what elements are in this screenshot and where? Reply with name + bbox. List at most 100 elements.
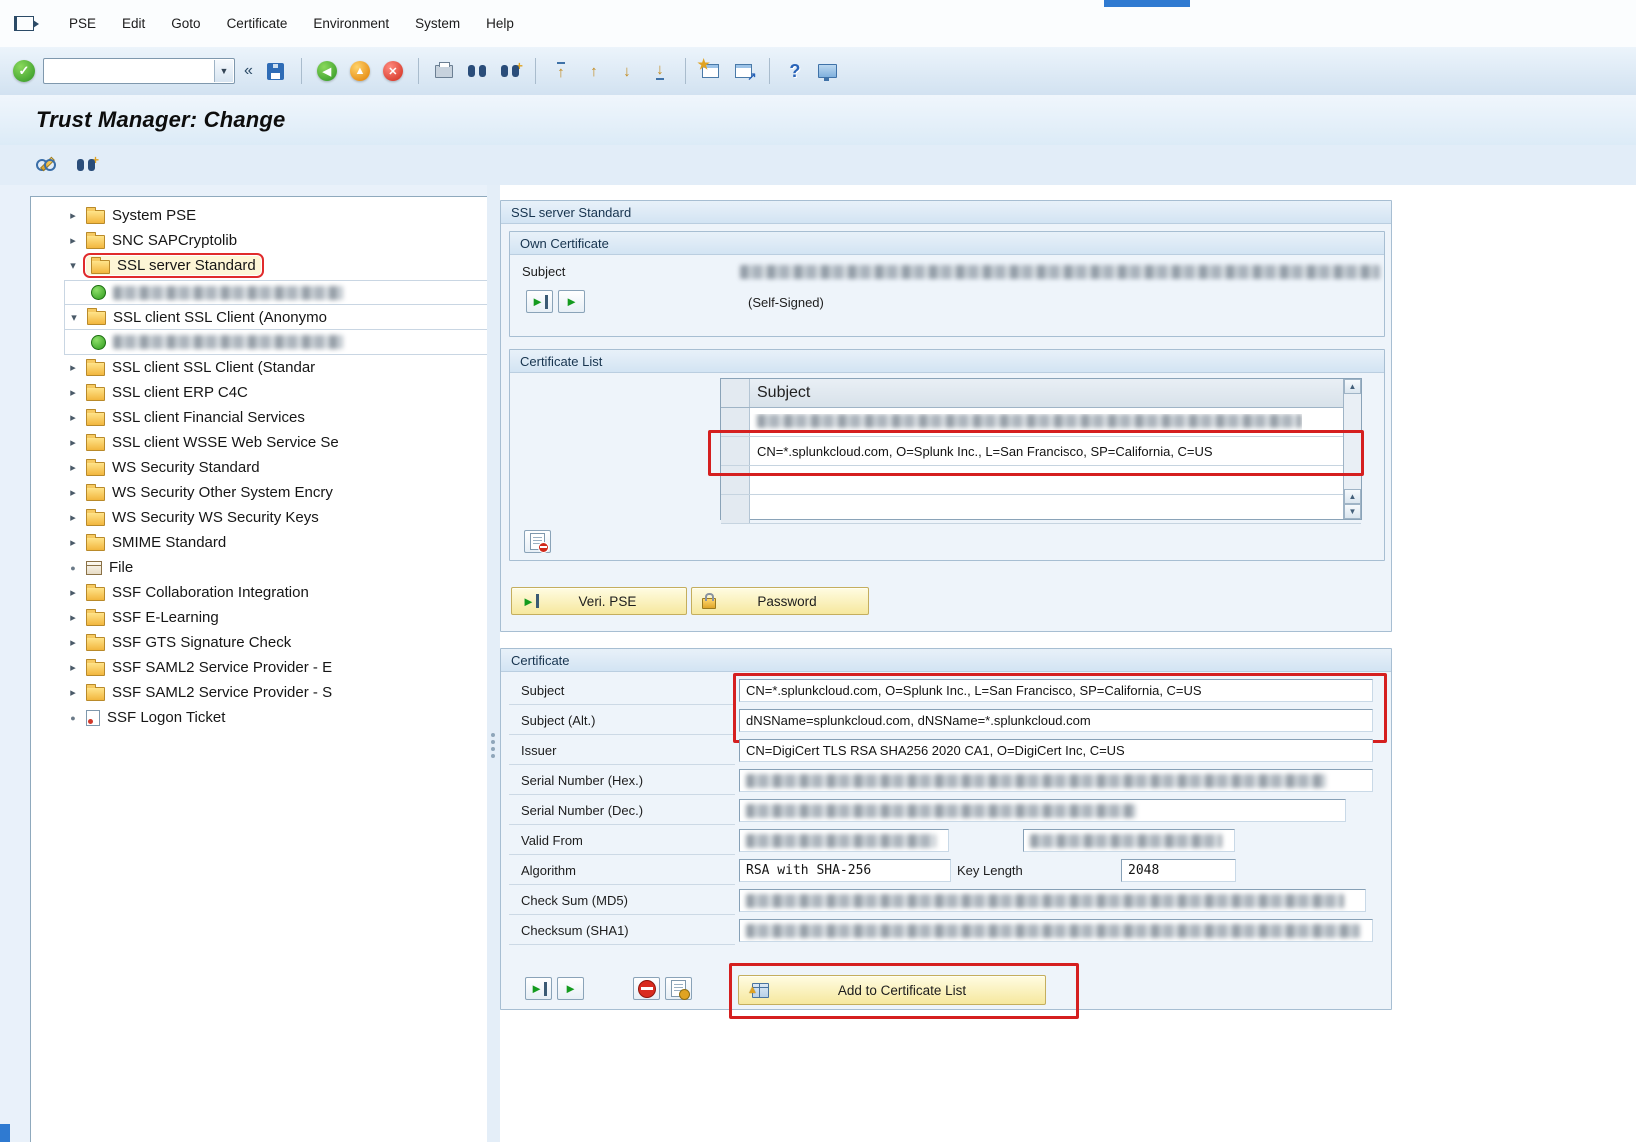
- expand-arrow-icon[interactable]: ▸: [67, 486, 79, 499]
- tree-item-ssl-client-wsse[interactable]: ▸SSL client WSSE Web Service Se: [67, 430, 507, 455]
- tree-item-ssl-client-financial[interactable]: ▸SSL client Financial Services: [67, 405, 507, 430]
- tree-item-system-pse[interactable]: ▸System PSE: [67, 203, 507, 228]
- display-change-button[interactable]: [32, 152, 60, 178]
- help-button[interactable]: ?: [781, 57, 809, 85]
- expand-arrow-icon[interactable]: ▸: [67, 636, 79, 649]
- expand-arrow-icon[interactable]: ▸: [67, 386, 79, 399]
- subject-alt-field[interactable]: dNSName=splunkcloud.com, dNSName=*.splun…: [739, 709, 1373, 732]
- sha1-field[interactable]: [739, 919, 1373, 942]
- last-page-button[interactable]: ↓: [646, 57, 674, 85]
- row-selector-cell[interactable]: [721, 466, 750, 494]
- row-selector-cell[interactable]: [721, 408, 750, 436]
- menu-goto[interactable]: Goto: [158, 9, 213, 38]
- export-certificate-alt-button[interactable]: ►: [558, 290, 585, 313]
- expand-arrow-icon[interactable]: ▸: [67, 586, 79, 599]
- tree-item-ssl-client-anonymous[interactable]: ▾SSL client SSL Client (Anonymo: [64, 305, 510, 330]
- export-certificate-button[interactable]: ►: [526, 290, 553, 313]
- table-row-empty[interactable]: [721, 495, 1361, 524]
- tree-item-smime-standard[interactable]: ▸SMIME Standard: [67, 530, 507, 555]
- collapse-arrow-icon[interactable]: ▾: [67, 259, 79, 272]
- tree-item-ssl-client-standard[interactable]: ▸SSL client SSL Client (Standar: [67, 355, 507, 380]
- expand-arrow-icon[interactable]: ▸: [67, 461, 79, 474]
- tree-item-ssf-saml2-e[interactable]: ▸SSF SAML2 Service Provider - E: [67, 655, 507, 680]
- page-down-button[interactable]: ↓: [613, 57, 641, 85]
- tree-item-ssf-gts[interactable]: ▸SSF GTS Signature Check: [67, 630, 507, 655]
- certificate-list-scrollbar[interactable]: ▲ ▲ ▼: [1343, 379, 1361, 519]
- splitter-handle-icon[interactable]: [491, 733, 495, 737]
- menu-edit[interactable]: Edit: [109, 9, 158, 38]
- password-button[interactable]: Password: [691, 587, 869, 615]
- menu-system[interactable]: System: [402, 9, 473, 38]
- expand-arrow-icon[interactable]: ▸: [67, 234, 79, 247]
- expand-arrow-icon[interactable]: ▸: [67, 436, 79, 449]
- tree-item-ssl-client-erp-c4c[interactable]: ▸SSL client ERP C4C: [67, 380, 507, 405]
- tree-item-ssf-logon-ticket[interactable]: ●SSF Logon Ticket: [67, 705, 507, 730]
- scroll-up-button-2[interactable]: ▲: [1344, 489, 1361, 504]
- back-button[interactable]: ◀: [313, 57, 341, 85]
- find-button[interactable]: [463, 57, 491, 85]
- tree-item-ws-security-standard[interactable]: ▸WS Security Standard: [67, 455, 507, 480]
- find-node-button[interactable]: +: [72, 152, 100, 178]
- panel-splitter[interactable]: [487, 185, 500, 1142]
- import-certificate-button[interactable]: ►: [525, 977, 552, 1000]
- menu-environment[interactable]: Environment: [300, 9, 402, 38]
- menu-help[interactable]: Help: [473, 9, 527, 38]
- valid-to-field[interactable]: [1023, 829, 1235, 852]
- cancel-button[interactable]: ✕: [379, 57, 407, 85]
- certificate-key-button[interactable]: [665, 977, 692, 1000]
- create-shortcut-button[interactable]: ↗: [730, 57, 758, 85]
- expand-arrow-icon[interactable]: ▸: [67, 361, 79, 374]
- md5-field[interactable]: [739, 889, 1366, 912]
- key-length-field[interactable]: 2048: [1121, 859, 1236, 882]
- stop-button[interactable]: [633, 977, 660, 1000]
- expand-arrow-icon[interactable]: ▸: [67, 411, 79, 424]
- customize-layout-button[interactable]: [814, 57, 842, 85]
- expand-arrow-icon[interactable]: ▸: [67, 209, 79, 222]
- enter-button[interactable]: ✓: [10, 57, 38, 85]
- tree-item-ssf-saml2-s[interactable]: ▸SSF SAML2 Service Provider - S: [67, 680, 507, 705]
- collapse-toolbar-icon[interactable]: «: [244, 62, 253, 80]
- collapse-arrow-icon[interactable]: ▾: [68, 311, 80, 324]
- remove-certificate-button[interactable]: [524, 530, 551, 553]
- command-field[interactable]: ▼: [43, 58, 235, 84]
- menu-pse[interactable]: PSE: [56, 9, 109, 38]
- row-selector-cell[interactable]: [721, 379, 750, 407]
- tree-item-ws-security-keys[interactable]: ▸WS Security WS Security Keys: [67, 505, 507, 530]
- table-row-empty[interactable]: [721, 466, 1361, 495]
- import-certificate-alt-button[interactable]: ►: [557, 977, 584, 1000]
- tree-item-ws-security-other[interactable]: ▸WS Security Other System Encry: [67, 480, 507, 505]
- row-selector-cell[interactable]: [721, 495, 750, 523]
- print-button[interactable]: [430, 57, 458, 85]
- find-next-button[interactable]: +: [496, 57, 524, 85]
- table-row-splunkcloud[interactable]: CN=*.splunkcloud.com, O=Splunk Inc., L=S…: [721, 437, 1361, 466]
- page-up-button[interactable]: ↑: [580, 57, 608, 85]
- scroll-down-button[interactable]: ▼: [1344, 504, 1361, 519]
- tree-item-file[interactable]: ●File: [67, 555, 507, 580]
- expand-arrow-icon[interactable]: ▸: [67, 611, 79, 624]
- issuer-field[interactable]: CN=DigiCert TLS RSA SHA256 2020 CA1, O=D…: [739, 739, 1373, 762]
- first-page-button[interactable]: ↑: [547, 57, 575, 85]
- tree-item-snc-sapcryptolib[interactable]: ▸SNC SAPCryptolib: [67, 228, 507, 253]
- expand-arrow-icon[interactable]: ▸: [67, 511, 79, 524]
- column-header-subject[interactable]: Subject: [750, 384, 810, 402]
- menu-certificate[interactable]: Certificate: [214, 9, 301, 38]
- expand-arrow-icon[interactable]: ▸: [67, 536, 79, 549]
- add-to-certificate-list-button[interactable]: ▲ Add to Certificate List: [738, 975, 1046, 1005]
- chevron-down-icon[interactable]: ▼: [214, 60, 233, 82]
- tree-item-ssf-collaboration[interactable]: ▸SSF Collaboration Integration: [67, 580, 507, 605]
- subject-field[interactable]: CN=*.splunkcloud.com, O=Splunk Inc., L=S…: [739, 679, 1373, 702]
- serial-dec-field[interactable]: [739, 799, 1346, 822]
- menu-exit-icon[interactable]: [14, 16, 34, 31]
- expand-arrow-icon[interactable]: ▸: [67, 686, 79, 699]
- row-selector-cell[interactable]: [721, 437, 750, 465]
- table-row-redacted[interactable]: [721, 408, 1361, 437]
- save-button[interactable]: [262, 57, 290, 85]
- tree-item-ssf-elearning[interactable]: ▸SSF E-Learning: [67, 605, 507, 630]
- tree-item-anonymous-certificate-entry[interactable]: [64, 330, 510, 355]
- tree-item-ssl-server-standard[interactable]: ▾ SSL server Standard: [67, 253, 507, 278]
- serial-hex-field[interactable]: [739, 769, 1373, 792]
- exit-button[interactable]: ▲: [346, 57, 374, 85]
- valid-from-field[interactable]: [739, 829, 949, 852]
- algorithm-field[interactable]: RSA with SHA-256: [739, 859, 951, 882]
- scroll-up-button[interactable]: ▲: [1344, 379, 1361, 394]
